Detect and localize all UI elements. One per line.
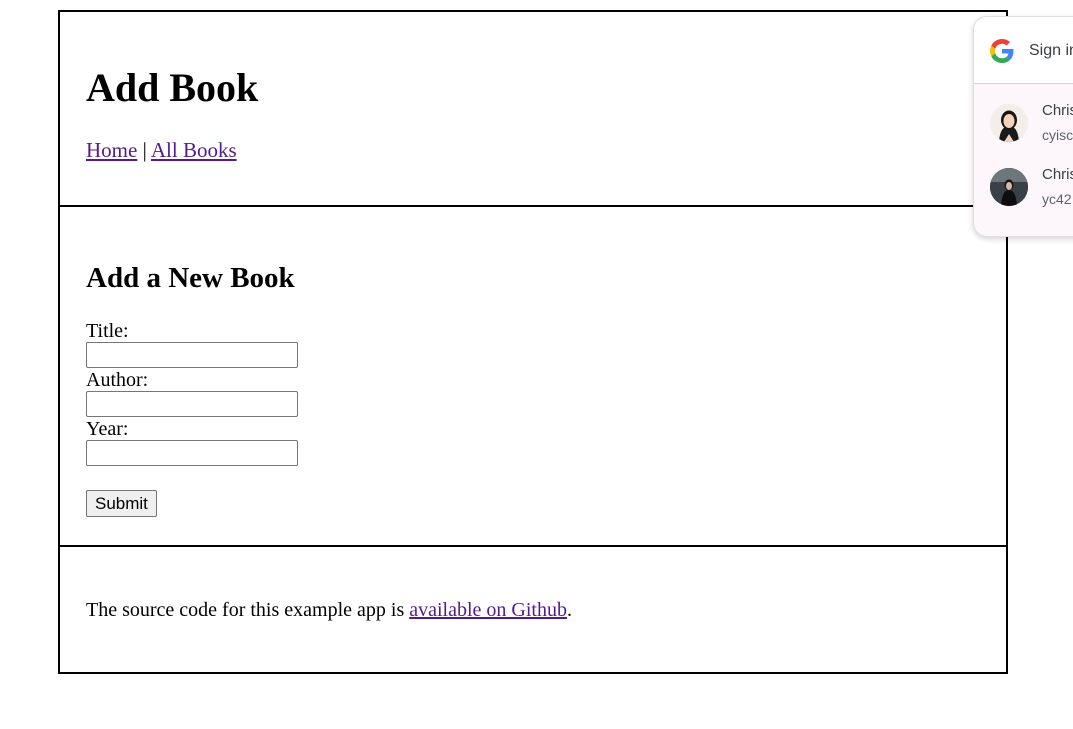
google-logo-icon xyxy=(990,39,1014,63)
title-label: Title: xyxy=(86,320,129,342)
footer-text-after: . xyxy=(566,599,572,621)
footer-text-before: The source code for this example app is xyxy=(86,599,410,621)
submit-button[interactable]: Submit xyxy=(86,490,157,517)
form-title: Add a New Book xyxy=(86,262,295,294)
form-section: Add a New Book Title: Author: Year: Subm… xyxy=(58,207,1008,547)
github-link[interactable]: available on Github xyxy=(409,599,567,621)
add-book-form: Title: Author: Year: xyxy=(86,320,298,467)
year-label: Year: xyxy=(86,418,129,440)
year-input[interactable] xyxy=(86,440,298,466)
google-popup-title: Sign in xyxy=(1029,42,1073,59)
header-section: Add Book Home | All Books xyxy=(58,10,1008,207)
account-item[interactable]: Chris yc42 xyxy=(974,148,1073,212)
title-input[interactable] xyxy=(86,342,298,368)
avatar xyxy=(990,104,1028,142)
page-container: Add Book Home | All Books Add a New Book… xyxy=(58,10,1008,674)
footer-text: The source code for this example app is … xyxy=(86,596,572,624)
google-signin-popup: Sign in Chris cyisc Chris yc42 xyxy=(973,16,1073,237)
account-email: yc42 xyxy=(1042,191,1072,207)
account-name: Chris xyxy=(1042,166,1073,183)
author-input[interactable] xyxy=(86,391,298,417)
nav-bar: Home | All Books xyxy=(86,136,237,164)
account-email: cyisc xyxy=(1042,127,1073,143)
account-item[interactable]: Chris cyisc xyxy=(974,84,1073,148)
account-name: Chris xyxy=(1042,102,1073,119)
nav-separator: | xyxy=(142,138,147,162)
avatar xyxy=(990,168,1028,206)
google-popup-header: Sign in xyxy=(974,17,1073,84)
nav-link-all-books[interactable]: All Books xyxy=(151,138,237,162)
footer-section: The source code for this example app is … xyxy=(58,547,1008,674)
nav-link-home[interactable]: Home xyxy=(86,138,137,162)
page-title: Add Book xyxy=(86,65,259,110)
author-label: Author: xyxy=(86,369,149,391)
